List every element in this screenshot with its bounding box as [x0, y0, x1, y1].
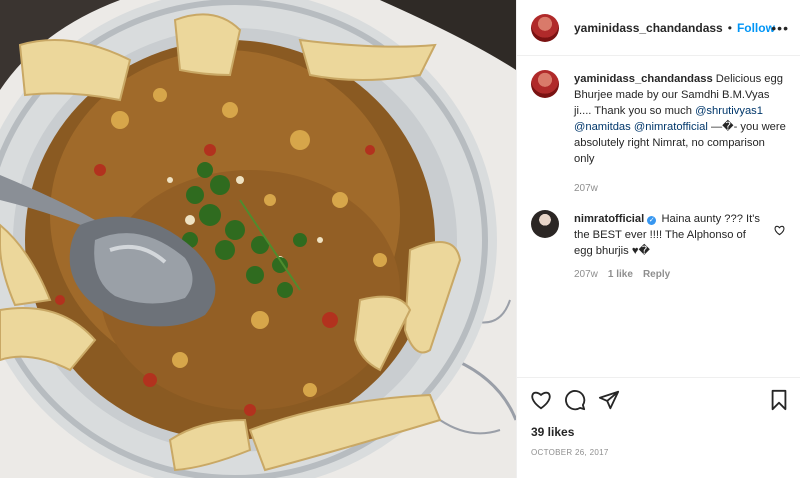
comment-body: nimratofficial ✓ Haina aunty ??? It's th… [574, 211, 787, 280]
comment-age[interactable]: 207w [574, 269, 598, 280]
comment-item: nimratofficial ✓ Haina aunty ??? It's th… [531, 210, 787, 280]
comment-meta: 207w 1 like Reply [574, 269, 765, 280]
reply-button[interactable]: Reply [643, 269, 670, 280]
instagram-post: yaminidass_chandandass • Follow ••• yami… [0, 0, 800, 478]
header-separator: • [727, 20, 732, 35]
commenter-avatar[interactable] [531, 210, 559, 238]
mention-nimratofficial[interactable]: @nimratofficial [634, 121, 708, 133]
action-bar [517, 377, 800, 425]
post-photo[interactable] [0, 0, 516, 478]
speech-bubble-icon[interactable] [564, 389, 586, 411]
bookmark-icon[interactable] [768, 389, 790, 411]
caption-age[interactable]: 207w [574, 183, 598, 194]
verified-badge-icon: ✓ [647, 216, 657, 225]
commenter-username[interactable]: nimratofficial [574, 213, 644, 225]
post-side-panel: yaminidass_chandandass • Follow ••• yami… [516, 0, 800, 478]
caption-meta: 207w [574, 183, 787, 194]
mention-shrutivyas1[interactable]: @shrutivyas1 [695, 105, 763, 117]
post-header: yaminidass_chandandass • Follow ••• [517, 0, 800, 56]
post-date[interactable]: OCTOBER 26, 2017 [531, 448, 609, 457]
caption-username[interactable]: yaminidass_chandandass [574, 73, 713, 85]
author-username[interactable]: yaminidass_chandandass [574, 21, 723, 35]
follow-button[interactable]: Follow [737, 21, 775, 35]
comment-likes[interactable]: 1 like [608, 269, 633, 280]
more-options-icon[interactable]: ••• [771, 20, 789, 36]
likes-count[interactable]: 39 likes [531, 425, 574, 439]
author-avatar[interactable] [531, 13, 559, 42]
paper-plane-icon[interactable] [598, 389, 620, 411]
caption-avatar[interactable] [531, 70, 559, 98]
comment-like-heart-icon[interactable] [774, 225, 785, 236]
food-photo-illustration [0, 0, 516, 478]
mention-namitdas[interactable]: @namitdas [574, 121, 631, 133]
comment-text: nimratofficial ✓ Haina aunty ??? It's th… [574, 211, 765, 259]
caption-body: yaminidass_chandandass Delicious egg Bhu… [574, 71, 787, 194]
heart-outline-icon[interactable] [530, 389, 552, 411]
caption: yaminidass_chandandass Delicious egg Bhu… [531, 70, 787, 194]
caption-text: yaminidass_chandandass Delicious egg Bhu… [574, 71, 787, 167]
